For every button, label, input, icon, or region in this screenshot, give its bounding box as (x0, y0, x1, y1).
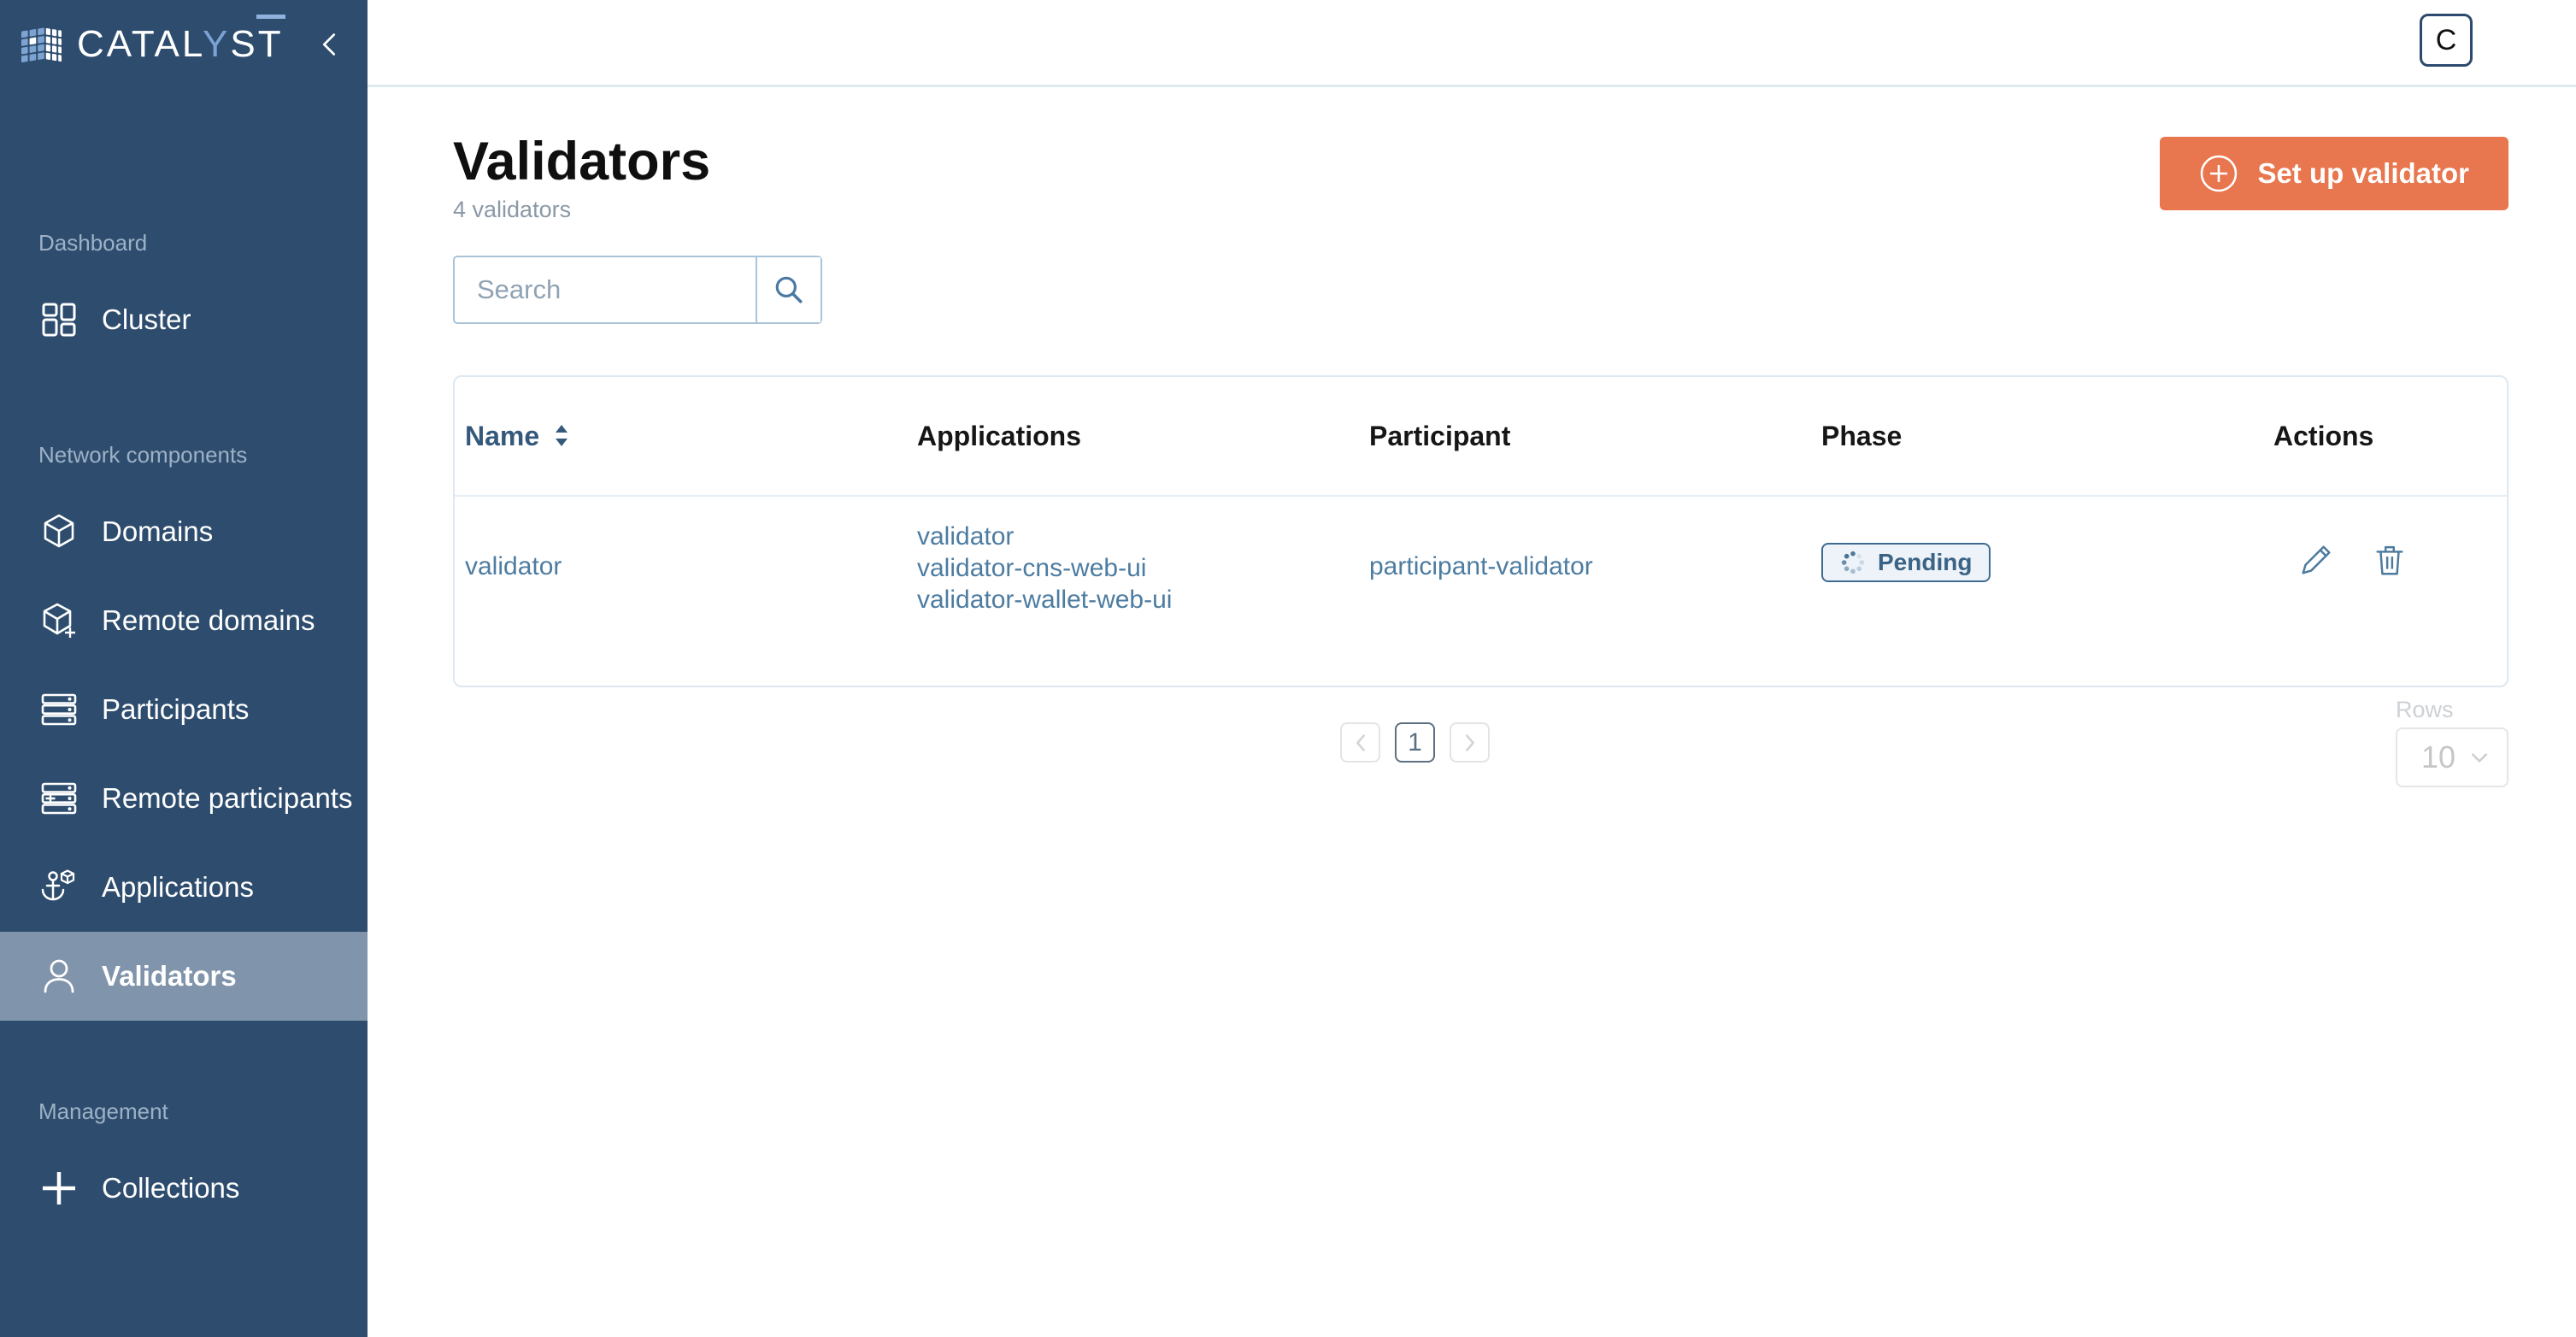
rows-label: Rows (2396, 697, 2508, 723)
plus-circle-icon (2199, 154, 2238, 193)
application-link[interactable]: validator-cns-web-ui (917, 554, 1146, 582)
section-label-management: Management (38, 1099, 368, 1123)
search-box (453, 256, 822, 324)
search-button[interactable] (756, 257, 820, 322)
user-avatar[interactable]: C (2420, 14, 2473, 67)
anchor-cube-icon (38, 868, 79, 907)
sort-arrows-icon (553, 423, 570, 449)
sidebar-item-label: Participants (102, 693, 249, 726)
set-up-validator-button[interactable]: Set up validator (2160, 137, 2508, 210)
sidebar-collapse-button[interactable] (316, 31, 342, 58)
search-input[interactable] (455, 257, 756, 322)
page-title: Validators (453, 133, 710, 190)
cell-participant: participant-validator (1359, 552, 1811, 581)
table-header-row: Name Applications Participant Phase Acti… (455, 377, 2507, 495)
sidebar-nav: Dashboard Cluster Network components (0, 231, 368, 1233)
column-header-applications: Applications (907, 421, 1359, 452)
search-icon (773, 274, 805, 306)
server-stack-icon (38, 690, 79, 729)
column-header-actions: Actions (2263, 421, 2507, 452)
section-label-network-components: Network components (38, 443, 368, 467)
spinner-icon (1840, 550, 1866, 575)
status-badge: Pending (1821, 543, 1991, 582)
pager: 1 (1340, 722, 1490, 763)
sidebar-item-remote-participants[interactable]: Remote participants (0, 754, 368, 843)
page-title-block: Validators 4 validators (453, 133, 710, 223)
sidebar-item-collections[interactable]: Collections (0, 1144, 368, 1233)
sidebar-item-remote-domains[interactable]: Remote domains (0, 576, 368, 665)
sidebar-item-validators[interactable]: Validators (0, 932, 368, 1021)
plus-icon (38, 1169, 79, 1208)
participant-link[interactable]: participant-validator (1369, 552, 1593, 580)
brand-logo: CATALYST (0, 0, 368, 89)
trash-icon (2371, 541, 2408, 579)
brand-name: CATALYST (77, 23, 284, 66)
sidebar-item-label: Domains (102, 515, 213, 548)
sidebar-item-label: Remote participants (102, 782, 352, 815)
cell-phase: Pending (1811, 521, 2263, 582)
validator-name-link[interactable]: validator (465, 552, 562, 580)
sidebar-item-cluster[interactable]: Cluster (0, 275, 368, 364)
pagination-row: 1 Rows 10 (453, 687, 2508, 841)
page-number-button[interactable]: 1 (1395, 722, 1435, 763)
validators-table: Name Applications Participant Phase Acti… (453, 375, 2508, 687)
set-up-validator-label: Set up validator (2257, 157, 2469, 190)
person-icon (38, 957, 79, 996)
rows-per-page-select[interactable]: 10 (2396, 727, 2508, 787)
prev-page-button[interactable] (1340, 722, 1380, 763)
avatar-letter: C (2436, 24, 2457, 57)
chevron-right-icon (1461, 733, 1479, 753)
chevron-down-icon (2469, 747, 2490, 768)
cell-actions (2263, 541, 2507, 579)
chevron-left-icon (1351, 733, 1370, 753)
topbar: C (368, 0, 2576, 87)
cube-icon (38, 512, 79, 551)
pencil-icon (2297, 541, 2335, 579)
application-link[interactable]: validator (917, 522, 1014, 551)
sidebar-item-participants[interactable]: Participants (0, 665, 368, 754)
page-content: Validators 4 validators Set up validator (368, 87, 2576, 841)
sidebar: CATALYST Dashboard Cluster Network compo… (0, 0, 368, 1337)
cell-applications: validator validator-cns-web-ui validator… (907, 521, 1359, 615)
sidebar-item-label: Collections (102, 1172, 239, 1204)
section-label-dashboard: Dashboard (38, 231, 368, 255)
sidebar-item-label: Applications (102, 871, 254, 904)
cell-name: validator (455, 552, 907, 581)
delete-button[interactable] (2371, 541, 2408, 579)
rows-per-page-value: 10 (2421, 739, 2455, 775)
status-badge-label: Pending (1878, 549, 1972, 576)
sidebar-item-applications[interactable]: Applications (0, 843, 368, 932)
edit-button[interactable] (2297, 541, 2335, 579)
main-area: C Validators 4 validators Set up validat… (368, 0, 2576, 1337)
catalyst-cube-icon (19, 24, 63, 65)
application-link[interactable]: validator-wallet-web-ui (917, 586, 1172, 614)
cube-plus-icon (38, 601, 79, 640)
table-row: validator validator validator-cns-web-ui… (455, 495, 2507, 686)
sidebar-item-label: Remote domains (102, 604, 315, 637)
column-header-phase: Phase (1811, 421, 2263, 452)
page-subtitle: 4 validators (453, 197, 710, 223)
sidebar-item-label: Cluster (102, 303, 191, 336)
column-header-participant: Participant (1359, 421, 1811, 452)
chevron-left-icon (316, 31, 342, 58)
dashboard-grid-icon (38, 300, 79, 339)
sidebar-item-domains[interactable]: Domains (0, 487, 368, 576)
sidebar-item-label: Validators (102, 960, 237, 992)
rows-per-page: Rows 10 (2396, 697, 2508, 787)
next-page-button[interactable] (1450, 722, 1490, 763)
column-header-name[interactable]: Name (455, 421, 907, 452)
server-stack-plus-icon (38, 779, 79, 818)
